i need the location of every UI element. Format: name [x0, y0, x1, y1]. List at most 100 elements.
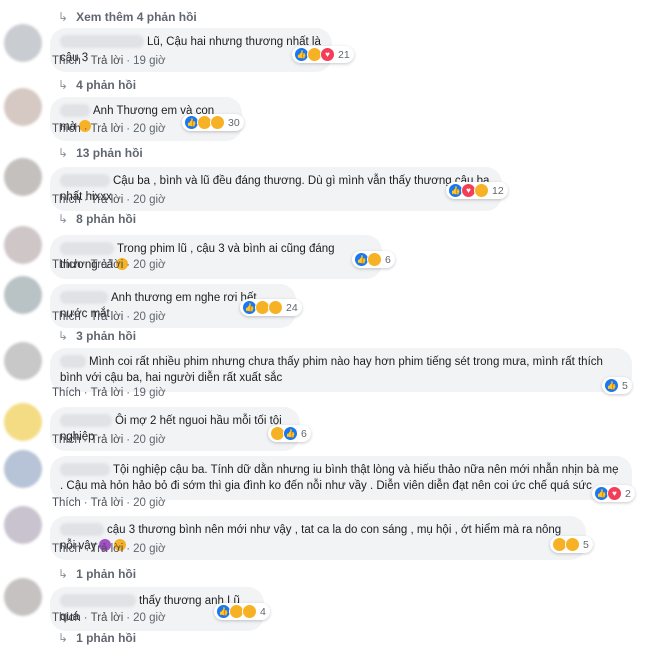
avatar[interactable] — [4, 450, 42, 488]
like-link[interactable]: Thích — [52, 194, 81, 206]
comment-bubble: Tội nghiệp cậu ba. Tính dữ dằn nhưng iu … — [50, 456, 632, 500]
like-link[interactable]: Thích — [52, 543, 81, 555]
toggle-label[interactable]: 8 phản hồi — [76, 212, 136, 226]
timestamp[interactable]: 20 giờ — [133, 543, 165, 555]
comment-actions: Thích · Trả lời · 20 giờ — [52, 612, 166, 624]
avatar[interactable] — [4, 276, 42, 314]
replies-toggle[interactable]: ↳ 13 phản hồi — [58, 146, 143, 160]
like-link[interactable]: Thích — [52, 311, 81, 323]
avatar[interactable] — [4, 226, 42, 264]
like-link[interactable]: Thích — [52, 259, 81, 271]
like-link[interactable]: Thích — [52, 434, 81, 446]
reaction-summary[interactable]: 👍 24 — [240, 299, 302, 316]
timestamp[interactable]: 20 giờ — [133, 434, 165, 446]
toggle-label[interactable]: 1 phản hồi — [76, 631, 136, 645]
reaction-count: 21 — [338, 48, 350, 61]
reaction-count: 30 — [228, 116, 240, 129]
avatar[interactable] — [4, 403, 42, 441]
love-icon: ♥ — [607, 486, 622, 501]
avatar[interactable] — [4, 88, 42, 126]
reply-link[interactable]: Trả lời — [91, 259, 124, 271]
comment-actions: Thích · Trả lời · 20 giờ — [52, 497, 166, 509]
comment-text: Mình coi rất nhiều phim nhưng chưa thấy … — [60, 356, 603, 384]
avatar[interactable] — [4, 158, 42, 196]
like-link[interactable]: Thích — [52, 387, 81, 399]
reply-link[interactable]: Trả lời — [91, 123, 124, 135]
reply-link[interactable]: Trả lời — [91, 543, 124, 555]
reply-link[interactable]: Trả lời — [91, 55, 124, 67]
toggle-label[interactable]: Xem thêm 4 phản hồi — [76, 10, 197, 24]
reaction-summary[interactable]: 👍 6 — [268, 425, 311, 442]
like-link[interactable]: Thích — [52, 123, 81, 135]
like-link[interactable]: Thích — [52, 612, 81, 624]
reaction-count: 6 — [301, 427, 307, 440]
reply-link[interactable]: Trả lời — [91, 434, 124, 446]
commenter-name[interactable] — [60, 594, 136, 608]
timestamp[interactable]: 19 giờ — [133, 55, 165, 67]
avatar[interactable] — [4, 578, 42, 616]
comment-bubble: Trong phim lũ , cậu 3 và bình ai cũng đá… — [50, 235, 382, 279]
reaction-count: 12 — [492, 184, 504, 197]
reaction-summary[interactable]: 👍 ♥ 2 — [592, 485, 635, 502]
replies-toggle[interactable]: ↳ 8 phản hồi — [58, 212, 136, 226]
reaction-summary[interactable]: 👍 5 — [602, 377, 632, 394]
comment-actions: Thích · Trả lời · 20 giờ — [52, 311, 166, 323]
reaction-count: 2 — [625, 487, 631, 500]
commenter-name[interactable] — [60, 523, 104, 537]
timestamp[interactable]: 20 giờ — [133, 497, 165, 509]
timestamp[interactable]: 20 giờ — [133, 311, 165, 323]
sad-icon — [565, 537, 580, 552]
timestamp[interactable]: 20 giờ — [133, 123, 165, 135]
reply-link[interactable]: Trả lời — [91, 387, 124, 399]
reply-link[interactable]: Trả lời — [91, 311, 124, 323]
reaction-count: 5 — [583, 538, 589, 551]
commenter-name[interactable] — [60, 242, 114, 256]
reply-link[interactable]: Trả lời — [91, 497, 124, 509]
reaction-count: 6 — [385, 253, 391, 266]
reaction-summary[interactable]: 👍 ♥ 21 — [292, 46, 354, 63]
sad-icon — [242, 604, 257, 619]
replies-toggle[interactable]: ↳ 1 phản hồi — [58, 567, 136, 581]
reaction-summary[interactable]: 👍 4 — [214, 603, 270, 620]
reply-arrow-icon: ↳ — [58, 78, 69, 92]
reaction-summary[interactable]: 👍 ♥ 12 — [446, 182, 508, 199]
reply-link[interactable]: Trả lời — [91, 194, 124, 206]
view-more-replies[interactable]: ↳ Xem thêm 4 phản hồi — [58, 10, 197, 24]
timestamp[interactable]: 20 giờ — [133, 259, 165, 271]
reaction-count: 5 — [622, 379, 628, 392]
commenter-name[interactable] — [60, 35, 144, 49]
commenter-name[interactable] — [60, 355, 86, 369]
avatar[interactable] — [4, 506, 42, 544]
reaction-summary[interactable]: 👍 6 — [352, 251, 395, 268]
comment-actions: Thích · Trả lời · 20 giờ — [52, 259, 166, 271]
reaction-summary[interactable]: 👍 30 — [182, 114, 244, 131]
commenter-name[interactable] — [60, 291, 108, 305]
timestamp[interactable]: 20 giờ — [133, 194, 165, 206]
timestamp[interactable]: 20 giờ — [133, 612, 165, 624]
toggle-label[interactable]: 1 phản hồi — [76, 567, 136, 581]
like-link[interactable]: Thích — [52, 55, 81, 67]
replies-toggle[interactable]: ↳ 3 phản hồi — [58, 329, 136, 343]
timestamp[interactable]: 19 giờ — [133, 387, 165, 399]
comment-text: Tội nghiệp cậu ba. Tính dữ dằn nhưng iu … — [60, 464, 619, 492]
avatar[interactable] — [4, 24, 42, 62]
reaction-summary[interactable]: 5 — [550, 536, 593, 553]
reaction-count: 4 — [260, 605, 266, 618]
toggle-label[interactable]: 4 phản hồi — [76, 78, 136, 92]
commenter-name[interactable] — [60, 104, 90, 118]
commenter-name[interactable] — [60, 463, 110, 477]
reply-link[interactable]: Trả lời — [91, 612, 124, 624]
avatar[interactable] — [4, 342, 42, 380]
reply-arrow-icon: ↳ — [58, 631, 69, 645]
comment-actions: Thích · Trả lời · 20 giờ — [52, 434, 166, 446]
comment-actions: Thích · Trả lời · 20 giờ — [52, 543, 166, 555]
like-link[interactable]: Thích — [52, 497, 81, 509]
reply-arrow-icon: ↳ — [58, 10, 69, 24]
commenter-name[interactable] — [60, 174, 110, 188]
commenter-name[interactable] — [60, 414, 112, 428]
toggle-label[interactable]: 3 phản hồi — [76, 329, 136, 343]
toggle-label[interactable]: 13 phản hồi — [76, 146, 143, 160]
replies-toggle[interactable]: ↳ 1 phản hồi — [58, 631, 136, 645]
comment-actions: Thích · Trả lời · 20 giờ — [52, 123, 166, 135]
replies-toggle[interactable]: ↳ 4 phản hồi — [58, 78, 136, 92]
